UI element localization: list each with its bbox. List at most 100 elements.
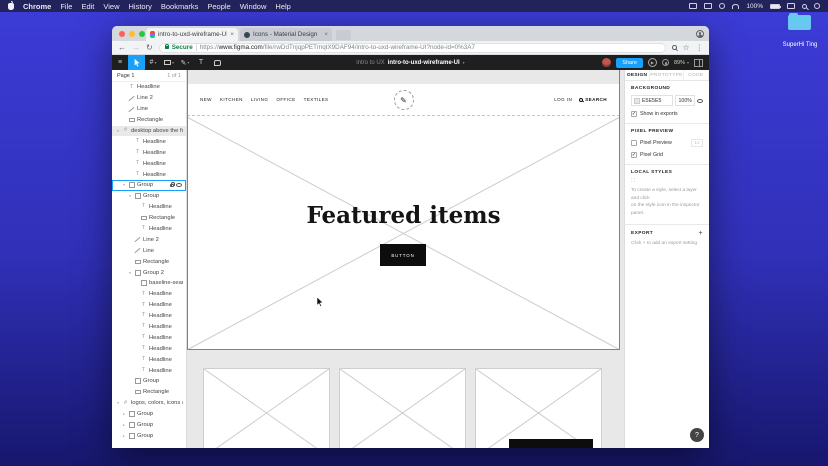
layer-row[interactable]: THeadline — [112, 202, 186, 213]
back-button[interactable]: ← — [118, 44, 126, 52]
layer-row[interactable]: THeadline — [112, 169, 186, 180]
help-button[interactable]: ? — [690, 428, 704, 442]
figma-menu-icon[interactable]: ≡ — [112, 55, 128, 70]
menu-item[interactable]: People — [207, 2, 230, 11]
styles-icon[interactable]: :: — [631, 178, 703, 184]
browser-menu-icon[interactable]: ⋮ — [696, 44, 704, 52]
tab-code[interactable]: CODE — [684, 70, 709, 80]
layer-row[interactable]: THeadline — [112, 147, 186, 158]
layer-row[interactable]: THeadline — [112, 300, 186, 311]
page-header[interactable]: Page 1 1 of 1 — [112, 70, 186, 82]
layer-caret-icon[interactable]: ▾ — [128, 194, 132, 198]
menu-item[interactable]: Edit — [81, 2, 94, 11]
layer-row[interactable]: THeadline — [112, 354, 186, 365]
minimize-window-button[interactable] — [129, 31, 135, 37]
window-icon[interactable] — [704, 3, 712, 9]
layer-row[interactable]: ▾Group 2 — [112, 267, 186, 278]
layer-row[interactable]: ▸Group — [112, 409, 186, 420]
layer-row[interactable]: Line — [112, 245, 186, 256]
lock-icon[interactable] — [170, 184, 174, 187]
apple-menu-icon[interactable] — [8, 3, 14, 10]
layer-row[interactable]: ▾#logos, colors, icons and imag... — [112, 398, 186, 409]
frame-tool-button[interactable]: #▾ — [145, 55, 161, 70]
layer-row[interactable]: Rectangle — [112, 387, 186, 398]
shape-tool-button[interactable]: ▾ — [161, 55, 177, 70]
browser-tab-active[interactable]: intro-to-uxd-wireframe-UI - F × — [146, 28, 238, 41]
layout-columns-icon[interactable] — [694, 59, 703, 67]
layer-caret-icon[interactable]: ▸ — [122, 423, 126, 427]
layer-row[interactable]: THeadline — [112, 311, 186, 322]
layer-row[interactable]: ▾#desktop above the fold — [112, 126, 186, 137]
tab-close-icon[interactable]: × — [324, 31, 328, 38]
screen-record-icon[interactable] — [689, 3, 697, 9]
menu-item[interactable]: File — [60, 2, 72, 11]
layer-caret-icon[interactable]: ▾ — [122, 183, 126, 187]
layer-row[interactable]: Line — [112, 104, 186, 115]
layer-row[interactable]: Rectangle — [112, 115, 186, 126]
layer-caret-icon[interactable]: ▸ — [122, 434, 126, 438]
project-name[interactable]: intro to UX — [356, 60, 384, 66]
layer-caret-icon[interactable]: ▾ — [116, 129, 120, 133]
tab-design[interactable]: DESIGN — [625, 70, 650, 80]
notification-center-icon[interactable] — [814, 3, 820, 9]
pixel-scale-dropdown[interactable]: 1x — [691, 139, 703, 147]
add-export-button[interactable]: + — [699, 230, 704, 237]
layer-row[interactable]: THeadline — [112, 289, 186, 300]
tab-prototype[interactable]: PROTOTYPE — [650, 70, 683, 80]
present-button[interactable]: ▶ — [648, 58, 657, 67]
bookmark-star-icon[interactable]: ☆ — [683, 44, 690, 52]
layer-row[interactable]: ▸Group — [112, 420, 186, 431]
sync-icon[interactable] — [719, 3, 725, 9]
layer-row[interactable]: ▾Group — [112, 191, 186, 202]
checkbox-checked[interactable]: ✓ — [631, 111, 637, 117]
layer-row[interactable]: Rectangle — [112, 256, 186, 267]
new-tab-button[interactable] — [336, 30, 351, 40]
pixel-preview-row[interactable]: Pixel Preview 1x — [631, 139, 703, 147]
layer-caret-icon[interactable]: ▾ — [116, 401, 120, 405]
zoom-page-icon[interactable] — [672, 45, 677, 50]
layer-row[interactable]: THeadline — [112, 82, 186, 93]
layer-row[interactable]: ▸Group — [112, 431, 186, 442]
checkbox-checked[interactable]: ✓ — [631, 152, 637, 158]
menu-item[interactable]: History — [129, 2, 152, 11]
page-label[interactable]: Page 1 — [117, 73, 134, 79]
browser-tab-inactive[interactable]: Icons - Material Design × — [240, 28, 332, 41]
layer-row[interactable]: THeadline — [112, 332, 186, 343]
layer-row[interactable]: THeadline — [112, 224, 186, 235]
spotlight-icon[interactable] — [802, 4, 807, 9]
layer-row[interactable]: Line 2 — [112, 234, 186, 245]
hex-value[interactable]: E5E5E5 — [642, 98, 661, 104]
comments-icon[interactable] — [662, 59, 669, 66]
background-color-field[interactable]: E5E5E5 — [631, 95, 673, 106]
text-tool-button[interactable]: T — [193, 55, 209, 70]
share-button[interactable]: Share — [616, 58, 643, 68]
comment-tool-button[interactable] — [209, 55, 225, 70]
layer-row[interactable]: THeadline — [112, 136, 186, 147]
desktop-folder-icon[interactable] — [788, 15, 811, 30]
wifi-icon[interactable] — [732, 4, 739, 9]
layer-row[interactable]: THeadline — [112, 343, 186, 354]
move-tool-button[interactable] — [128, 55, 145, 70]
eye-icon[interactable] — [176, 183, 182, 187]
show-in-exports-row[interactable]: ✓ Show in exports — [631, 111, 703, 117]
color-swatch[interactable] — [634, 98, 640, 104]
layer-caret-icon[interactable]: ▾ — [128, 271, 132, 275]
menu-item[interactable]: View — [103, 2, 119, 11]
display-icon[interactable] — [787, 3, 795, 9]
layer-row[interactable]: THeadline — [112, 322, 186, 333]
wireframe-frame[interactable]: NEWKITCHENLIVINGOFFICETEXTILES ✎ LOG IN … — [187, 84, 620, 350]
pixel-grid-row[interactable]: ✓ Pixel Grid — [631, 152, 703, 158]
address-bar[interactable]: Secure https://www.figma.com/file/rwDdTn… — [159, 43, 667, 53]
layer-row[interactable]: Line 2 — [112, 93, 186, 104]
tab-close-icon[interactable]: × — [230, 31, 234, 38]
layer-row[interactable]: THeadline — [112, 158, 186, 169]
layer-row[interactable]: THeadline — [112, 365, 186, 376]
layer-row[interactable]: Rectangle — [112, 213, 186, 224]
zoom-window-button[interactable] — [139, 31, 145, 37]
menu-item[interactable]: Chrome — [23, 2, 51, 11]
visibility-eye-icon[interactable] — [697, 99, 703, 103]
chevron-down-icon[interactable]: ▾ — [463, 60, 465, 65]
opacity-field[interactable]: 100% — [675, 95, 695, 106]
layer-row[interactable]: Group — [112, 376, 186, 387]
menu-item[interactable]: Bookmarks — [161, 2, 199, 11]
